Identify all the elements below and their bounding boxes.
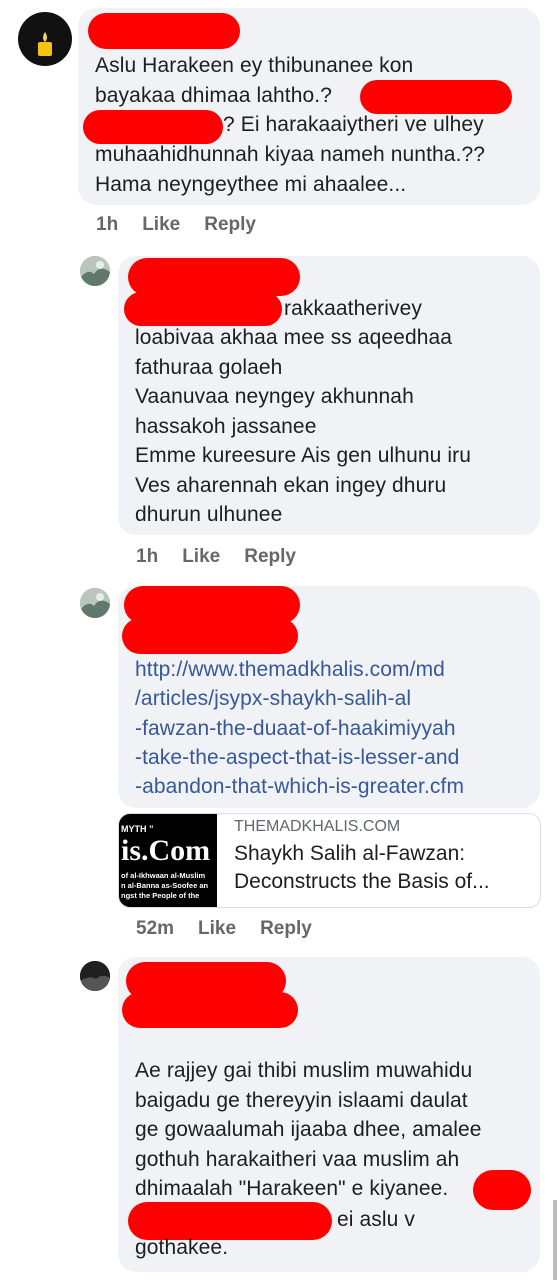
redaction-mark bbox=[122, 992, 298, 1028]
thumbnail-text: is.Com bbox=[121, 834, 211, 867]
redaction-mark bbox=[360, 80, 512, 114]
landscape-icon bbox=[80, 588, 110, 618]
thumbnail-text: n al-Banna as-Soofee an bbox=[121, 881, 209, 890]
redaction-mark bbox=[124, 292, 282, 326]
comment-text-line: loabivaa akhaa mee ss aqeedhaa bbox=[135, 326, 453, 349]
comment-text-line: bayakaa dhimaa lahtho.? bbox=[95, 84, 332, 107]
thumbnail-text: of al-Ikhwaan al-Muslim bbox=[121, 871, 206, 880]
thumbnail-text: ngst the People of the bbox=[121, 891, 200, 900]
avatar[interactable] bbox=[80, 256, 110, 286]
comment-link-line[interactable]: -fawzan-the-duaat-of-haakimiyyah bbox=[135, 714, 456, 744]
comment-text-line: hassakoh jassanee bbox=[135, 415, 317, 438]
comment-text-line: Hama neyngeythee mi ahaalee... bbox=[95, 173, 407, 196]
candle-icon bbox=[38, 32, 52, 56]
reply-button[interactable]: Reply bbox=[244, 546, 296, 568]
comment-text-line: dhimaalah "Harakeen" e kiyanee. bbox=[135, 1177, 449, 1200]
comment-text-line: gothakee. bbox=[135, 1236, 229, 1259]
link-preview-card[interactable]: MYTH ” is.Com of al-Ikhwaan al-Muslim n … bbox=[118, 813, 541, 908]
comment-text-line: Ves aharennah ekan ingey dhuru bbox=[135, 474, 447, 497]
comment-text-line: dhurun ulhunee bbox=[135, 503, 283, 526]
comment-link-line[interactable]: /articles/jsypx-shaykh-salih-al bbox=[135, 684, 411, 714]
scrollbar[interactable] bbox=[553, 1200, 557, 1280]
link-preview-thumbnail: MYTH ” is.Com of al-Ikhwaan al-Muslim n … bbox=[119, 814, 217, 907]
comment-text-line: Ae rajjey gai thibi muslim muwahidu bbox=[135, 1059, 473, 1082]
redacted-name bbox=[128, 258, 300, 296]
avatar[interactable] bbox=[18, 12, 72, 66]
landscape-icon bbox=[80, 256, 110, 286]
comment-text-line: ge gowaalumah ijaaba dhee, amalee bbox=[135, 1118, 482, 1141]
avatar[interactable] bbox=[80, 588, 110, 618]
comment-text-line: Emme kureesure Ais gen ulhunu iru bbox=[135, 444, 471, 467]
avatar[interactable] bbox=[80, 961, 110, 991]
comment-text-line: baigadu ge thereyyin islaami daulat bbox=[135, 1089, 468, 1112]
comment-actions: 1h Like Reply bbox=[136, 546, 320, 568]
link-preview-domain: THEMADKHALIS.COM bbox=[234, 818, 401, 835]
reply-button[interactable]: Reply bbox=[260, 918, 312, 940]
comment-timestamp[interactable]: 1h bbox=[136, 546, 158, 568]
link-preview-title-line: Deconstructs the Basis of... bbox=[234, 870, 490, 893]
comment-text-line: ? Ei harakaaiytheri ve ulhey bbox=[223, 113, 484, 136]
comment-text-line: ei aslu v bbox=[337, 1208, 415, 1231]
like-button[interactable]: Like bbox=[182, 546, 220, 568]
comment-text-line: rakkaatherivey bbox=[284, 297, 422, 320]
redaction-mark bbox=[473, 1170, 531, 1210]
comment-timestamp[interactable]: 52m bbox=[136, 918, 174, 940]
like-button[interactable]: Like bbox=[198, 918, 236, 940]
comment-link-line[interactable]: -abandon-that-which-is-greater.cfm bbox=[135, 772, 464, 802]
dark-landscape-icon bbox=[80, 961, 110, 991]
comment-actions: 1h Like Reply bbox=[96, 214, 280, 236]
like-button[interactable]: Like bbox=[142, 214, 180, 236]
comment-text-line: gothuh harakaitheri vaa muslim ah bbox=[135, 1148, 460, 1171]
comment-link-line[interactable]: -take-the-aspect-that-is-lesser-and bbox=[135, 743, 459, 773]
comment-actions: 52m Like Reply bbox=[136, 918, 336, 940]
link-preview-title-line: Shaykh Salih al-Fawzan: bbox=[234, 842, 466, 865]
comment-text-line: Vaanuvaa neyngey akhunnah bbox=[135, 385, 414, 408]
redaction-mark bbox=[122, 618, 298, 654]
redaction-mark bbox=[83, 110, 223, 144]
reply-button[interactable]: Reply bbox=[204, 214, 256, 236]
comment-timestamp[interactable]: 1h bbox=[96, 214, 118, 236]
redacted-name bbox=[88, 13, 240, 49]
comment-text-line: Aslu Harakeen ey thibunanee kon bbox=[95, 54, 414, 77]
comment-text-line: fathuraa golaeh bbox=[135, 356, 283, 379]
comment-text-line: muhaahidhunnah kiyaa nameh nuntha.?? bbox=[95, 143, 486, 166]
comment-link-line[interactable]: http://www.themadkhalis.com/md bbox=[135, 655, 445, 685]
thumbnail-text: MYTH ” bbox=[121, 824, 154, 834]
